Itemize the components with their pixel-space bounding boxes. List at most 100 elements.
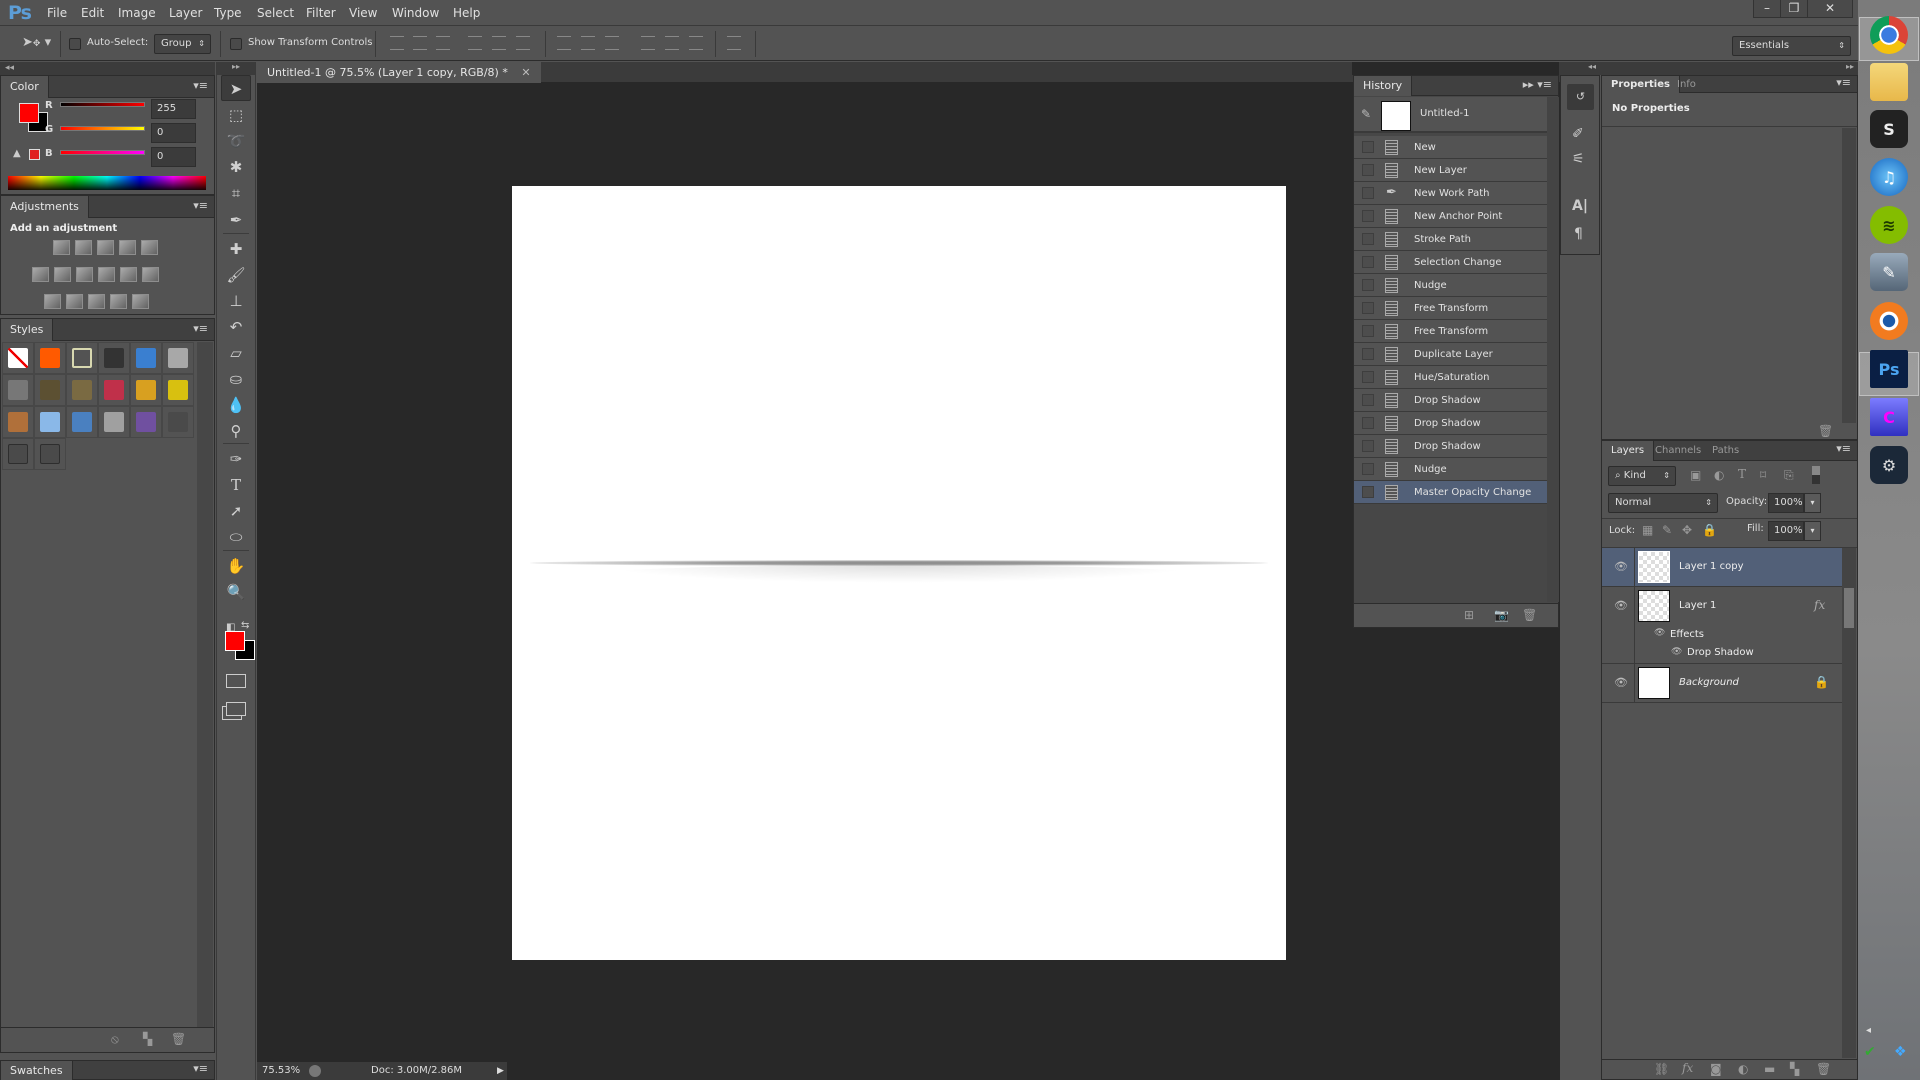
properties-scrollbar[interactable] (1842, 128, 1856, 423)
channel-b-field[interactable]: 0 (151, 147, 196, 167)
visibility-eye-icon[interactable]: 👁 (1614, 599, 1628, 612)
chrome-app-icon[interactable] (1870, 16, 1908, 54)
layer-row-background[interactable]: 👁 Background 🔒 (1602, 664, 1842, 703)
distribute-left-icon[interactable] (641, 36, 655, 50)
gamut-warning-icon[interactable]: ▲ (13, 148, 21, 159)
healing-brush-tool-icon[interactable]: ✚ (221, 236, 251, 262)
foreground-color-swatch[interactable] (19, 103, 39, 123)
channel-r-slider[interactable] (60, 102, 145, 107)
align-hcenter-icon[interactable] (492, 36, 506, 50)
history-source-checkbox[interactable] (1362, 164, 1374, 176)
filter-pixel-icon[interactable]: ▣ (1690, 468, 1701, 482)
history-source-checkbox[interactable] (1362, 233, 1374, 245)
history-item[interactable]: Nudge (1354, 458, 1547, 481)
history-source-checkbox[interactable] (1362, 440, 1374, 452)
align-bottom-icon[interactable] (436, 36, 450, 50)
marquee-tool-icon[interactable]: ⬚ (221, 102, 251, 128)
history-item[interactable]: Drop Shadow (1354, 389, 1547, 412)
left-panel-collapse-bar[interactable]: ◂◂ (0, 62, 215, 75)
align-top-icon[interactable] (390, 36, 404, 50)
opacity-field[interactable]: 100% (1768, 493, 1804, 513)
itunes-app-icon[interactable]: ♫ (1870, 158, 1908, 196)
history-item[interactable]: New (1354, 136, 1547, 159)
style-preset[interactable] (66, 406, 98, 438)
vibrance-icon[interactable] (141, 240, 158, 255)
document-tab[interactable]: Untitled-1 @ 75.5% (Layer 1 copy, RGB/8)… (257, 62, 541, 83)
style-preset[interactable] (2, 374, 34, 406)
menu-image[interactable]: Image (118, 6, 156, 20)
new-document-from-state-icon[interactable]: ⊞ (1464, 608, 1474, 622)
workspace-dropdown[interactable]: Essentials ⇕ (1732, 36, 1851, 56)
history-item[interactable]: Hue/Saturation (1354, 366, 1547, 389)
zoom-level[interactable]: 75.53% (262, 1062, 300, 1080)
history-brush-tool-icon[interactable]: ↶ (221, 314, 251, 340)
history-item[interactable]: New Anchor Point (1354, 205, 1547, 228)
history-item[interactable]: Drop Shadow (1354, 412, 1547, 435)
auto-select-target-dropdown[interactable]: Group ⇕ (154, 34, 211, 54)
magic-wand-tool-icon[interactable]: ✱ (221, 154, 251, 180)
history-panel-icon[interactable]: ↺ (1567, 84, 1594, 110)
gamut-color-swatch[interactable] (29, 149, 40, 160)
clone-stamp-tool-icon[interactable]: ⊥ (221, 288, 251, 314)
style-preset[interactable] (2, 406, 34, 438)
screen-mode-icon[interactable] (226, 702, 246, 716)
ellipse-tool-icon[interactable]: ⬭ (221, 524, 251, 550)
style-preset[interactable] (2, 438, 34, 470)
quick-mask-icon[interactable] (226, 674, 246, 688)
menu-select[interactable]: Select (257, 6, 294, 20)
layer-fx-icon[interactable]: fx (1814, 598, 1825, 612)
menu-help[interactable]: Help (453, 6, 480, 20)
new-snapshot-icon[interactable]: 📷 (1494, 608, 1509, 622)
gradient-map-icon[interactable] (132, 294, 149, 309)
delete-state-icon[interactable]: 🗑 (1522, 608, 1537, 622)
layer-name[interactable]: Layer 1 (1679, 600, 1716, 611)
delete-style-icon[interactable]: 🗑 (171, 1032, 186, 1046)
layer-row-layer-1[interactable]: 👁 Layer 1 fx 👁 Effects 👁 Drop Shadow (1602, 587, 1842, 664)
effect-name[interactable]: Drop Shadow (1687, 647, 1754, 658)
scroll-thumb[interactable] (1844, 588, 1854, 628)
history-item[interactable]: Free Transform (1354, 320, 1547, 343)
layers-scrollbar[interactable] (1842, 548, 1856, 1058)
style-preset[interactable] (130, 374, 162, 406)
history-source-checkbox[interactable] (1362, 302, 1374, 314)
style-preset[interactable] (34, 438, 66, 470)
move-tool-icon[interactable]: ➤✥ ▾ (22, 35, 51, 50)
style-preset[interactable] (66, 374, 98, 406)
panel-menu-icon[interactable]: ▾≡ (193, 1062, 208, 1075)
panel-menu-icon[interactable]: ▸▸ ▾≡ (1523, 78, 1552, 91)
style-preset[interactable] (98, 374, 130, 406)
visibility-eye-icon[interactable]: 👁 (1614, 676, 1628, 689)
layer-name[interactable]: Layer 1 copy (1679, 561, 1743, 572)
channel-mixer-icon[interactable] (120, 267, 137, 282)
channel-g-slider[interactable] (60, 126, 145, 131)
align-vcenter-icon[interactable] (413, 36, 427, 50)
layer-row-layer-1-copy[interactable]: 👁 Layer 1 copy (1602, 548, 1842, 587)
style-preset[interactable] (98, 342, 130, 374)
panel-menu-icon[interactable]: ▾≡ (193, 79, 208, 92)
style-preset[interactable] (34, 342, 66, 374)
effects-eye-icon[interactable]: 👁 (1654, 628, 1665, 638)
move-tool-icon[interactable]: ➤ (221, 75, 251, 101)
channel-g-field[interactable]: 0 (151, 123, 196, 143)
drop-shadow-eye-icon[interactable]: 👁 (1671, 647, 1682, 657)
style-preset[interactable] (130, 342, 162, 374)
history-item[interactable]: Master Opacity Change (1354, 481, 1547, 504)
tab-swatches[interactable]: Swatches (1, 1061, 73, 1080)
eyedropper-tool-icon[interactable]: ✒ (221, 207, 251, 233)
doc-info-icon[interactable] (309, 1065, 321, 1077)
close-document-icon[interactable]: ✕ (521, 66, 530, 79)
history-source-checkbox[interactable] (1362, 210, 1374, 222)
lock-transparent-icon[interactable]: ▦ (1642, 523, 1653, 537)
paint-bucket-tool-icon[interactable]: ⛀ (221, 366, 251, 392)
history-source-checkbox[interactable] (1362, 279, 1374, 291)
levels-icon[interactable] (75, 240, 92, 255)
swap-colors-icon[interactable]: ⇆ (241, 620, 249, 631)
history-item[interactable]: Selection Change (1354, 251, 1547, 274)
new-style-icon[interactable]: ▚ (143, 1032, 152, 1046)
tab-paths[interactable]: Paths (1703, 441, 1748, 461)
fill-dropdown-arrow[interactable]: ▾ (1804, 521, 1821, 541)
menu-file[interactable]: File (47, 6, 67, 20)
scrivener-app-icon[interactable]: S (1870, 110, 1908, 148)
canvas-app-icon[interactable]: C (1870, 398, 1908, 436)
distribute-bottom-icon[interactable] (605, 36, 619, 50)
